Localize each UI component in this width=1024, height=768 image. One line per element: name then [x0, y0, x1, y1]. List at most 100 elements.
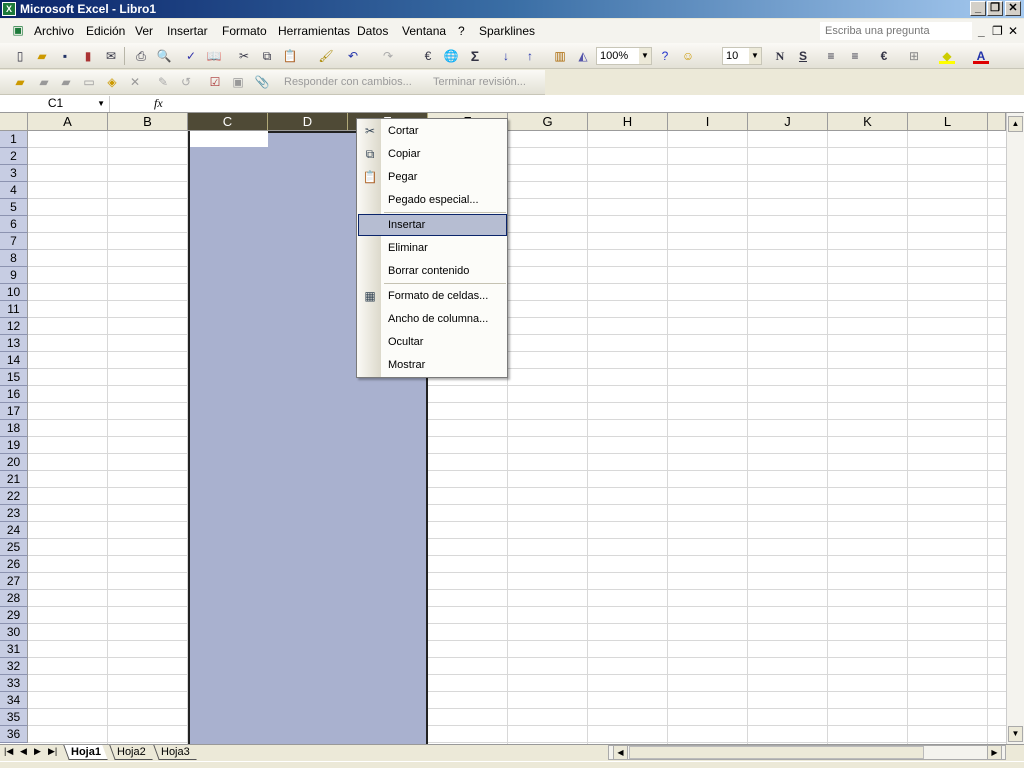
column-header-I[interactable]: I	[668, 113, 748, 131]
close-button[interactable]: ✕	[1005, 1, 1021, 16]
print-icon[interactable]: ⎙	[133, 48, 149, 64]
row-header-17[interactable]: 17	[0, 403, 28, 420]
column-header-C[interactable]: C	[188, 113, 268, 131]
chevron-down-icon[interactable]: ▼	[97, 96, 105, 111]
previous-comment-icon[interactable]: ▰	[36, 74, 52, 90]
row-header-2[interactable]: 2	[0, 148, 28, 165]
menu-insertar[interactable]: Insertar	[167, 24, 208, 38]
delete-comment-icon[interactable]: ✕	[127, 74, 143, 90]
align-left-icon[interactable]: ≡	[823, 48, 839, 64]
attach-icon[interactable]: 📎	[254, 74, 270, 90]
row-header-5[interactable]: 5	[0, 199, 28, 216]
menu-item-eliminar[interactable]: Eliminar	[358, 237, 507, 259]
redo-icon[interactable]: ↷	[380, 48, 396, 64]
doc-close-button[interactable]: ✕	[1008, 24, 1018, 38]
fill-color-icon[interactable]: ◆	[939, 48, 955, 64]
menu-ventana[interactable]: Ventana	[402, 24, 446, 38]
font-color-icon[interactable]: A	[973, 48, 989, 64]
row-header-23[interactable]: 23	[0, 505, 28, 522]
row-header-15[interactable]: 15	[0, 369, 28, 386]
row-header-7[interactable]: 7	[0, 233, 28, 250]
chart-wizard-icon[interactable]: ▥	[552, 48, 568, 64]
show-all-comments-icon[interactable]: ◈	[104, 74, 120, 90]
menu-datos[interactable]: Datos	[357, 24, 388, 38]
row-header-1[interactable]: 1	[0, 131, 28, 148]
menu-item-mostrar[interactable]: Mostrar	[358, 354, 507, 376]
column-header-H[interactable]: H	[588, 113, 668, 131]
scroll-left-button[interactable]: ◀	[613, 745, 628, 760]
column-header-A[interactable]: A	[28, 113, 108, 131]
scroll-up-button[interactable]: ▲	[1008, 116, 1023, 132]
reject-change-icon[interactable]: ↺	[178, 74, 194, 90]
end-review-button[interactable]: Terminar revisión...	[433, 76, 526, 88]
font-size-select[interactable]: 10 ▼	[722, 47, 762, 65]
horizontal-scrollbar[interactable]: ◀ ▶	[608, 745, 1006, 760]
track-changes-icon[interactable]: ✎	[155, 74, 171, 90]
vertical-scrollbar[interactable]: ▲ ▼	[1006, 113, 1024, 744]
column-header-J[interactable]: J	[748, 113, 828, 131]
hyperlink-icon[interactable]: 🌐	[443, 48, 459, 64]
menu-item-cortar[interactable]: ✂ Cortar	[358, 120, 507, 142]
open-icon[interactable]: ▰	[34, 48, 50, 64]
paste-icon[interactable]: 📋	[282, 48, 298, 64]
column-header-B[interactable]: B	[108, 113, 188, 131]
menu-item-borrar-contenido[interactable]: Borrar contenido	[358, 260, 507, 282]
menu-item-copiar[interactable]: ⧉ Copiar	[358, 143, 507, 165]
column-header-L[interactable]: L	[908, 113, 988, 131]
smiley-icon[interactable]: ☺	[680, 48, 696, 64]
sheet-tab-hoja1[interactable]: Hoja1	[63, 745, 108, 760]
column-header-G[interactable]: G	[508, 113, 588, 131]
fx-icon[interactable]: fx	[154, 96, 163, 111]
menu-item-pegar[interactable]: 📋 Pegar	[358, 166, 507, 188]
row-header-12[interactable]: 12	[0, 318, 28, 335]
menu-item-insertar[interactable]: Insertar	[358, 214, 507, 236]
document-icon[interactable]: ▣	[10, 22, 26, 38]
borders-icon[interactable]: ⊞	[906, 48, 922, 64]
new-icon[interactable]: ▯	[12, 48, 28, 64]
formula-input[interactable]	[172, 97, 1012, 111]
drawing-icon[interactable]: ◭	[575, 48, 591, 64]
autosum-icon[interactable]: Σ	[467, 48, 483, 64]
menu-item-ancho-de-columna[interactable]: Ancho de columna...	[358, 308, 507, 330]
sort-ascending-icon[interactable]: ↓	[498, 48, 514, 64]
row-header-21[interactable]: 21	[0, 471, 28, 488]
menu-formato[interactable]: Formato	[222, 24, 267, 38]
row-header-22[interactable]: 22	[0, 488, 28, 505]
checklist-icon[interactable]: ☑	[207, 74, 223, 90]
last-sheet-button[interactable]: ▶|	[48, 746, 57, 757]
align-right-icon[interactable]: ≡	[847, 48, 863, 64]
menu-archivo[interactable]: Archivo	[34, 24, 74, 38]
menu-edicion[interactable]: Edición	[86, 24, 125, 38]
row-header-25[interactable]: 25	[0, 539, 28, 556]
cut-icon[interactable]: ✂	[236, 48, 252, 64]
first-sheet-button[interactable]: |◀	[4, 746, 13, 757]
menu-help[interactable]: ?	[458, 24, 465, 38]
doc-minimize-button[interactable]: _	[978, 24, 985, 38]
row-header-16[interactable]: 16	[0, 386, 28, 403]
scroll-thumb[interactable]	[629, 746, 924, 759]
sheet-tab-hoja3[interactable]: Hoja3	[153, 745, 197, 760]
menu-ver[interactable]: Ver	[135, 24, 153, 38]
name-box[interactable]: C1 ▼	[2, 96, 110, 112]
show-comment-icon[interactable]: ▭	[81, 74, 97, 90]
row-header-32[interactable]: 32	[0, 658, 28, 675]
active-cell[interactable]	[190, 131, 268, 147]
menu-item-ocultar[interactable]: Ocultar	[358, 331, 507, 353]
save-icon[interactable]: ▪	[57, 48, 73, 64]
row-header-6[interactable]: 6	[0, 216, 28, 233]
row-header-20[interactable]: 20	[0, 454, 28, 471]
next-comment-icon[interactable]: ▰	[58, 74, 74, 90]
bold-button[interactable]: N	[772, 48, 788, 64]
menu-item-formato-de-celdas[interactable]: ▦ Formato de celdas...	[358, 285, 507, 307]
spelling-icon[interactable]: ✓	[183, 48, 199, 64]
row-header-34[interactable]: 34	[0, 692, 28, 709]
sheet-tab-hoja2[interactable]: Hoja2	[109, 745, 153, 760]
row-header-33[interactable]: 33	[0, 675, 28, 692]
row-header-29[interactable]: 29	[0, 607, 28, 624]
row-header-28[interactable]: 28	[0, 590, 28, 607]
ask-question-input[interactable]: Escriba una pregunta	[820, 22, 972, 40]
print-preview-icon[interactable]: 🔍	[156, 48, 172, 64]
doc-restore-button[interactable]: ❐	[992, 24, 1003, 38]
research-icon[interactable]: 📖	[206, 48, 222, 64]
row-header-30[interactable]: 30	[0, 624, 28, 641]
